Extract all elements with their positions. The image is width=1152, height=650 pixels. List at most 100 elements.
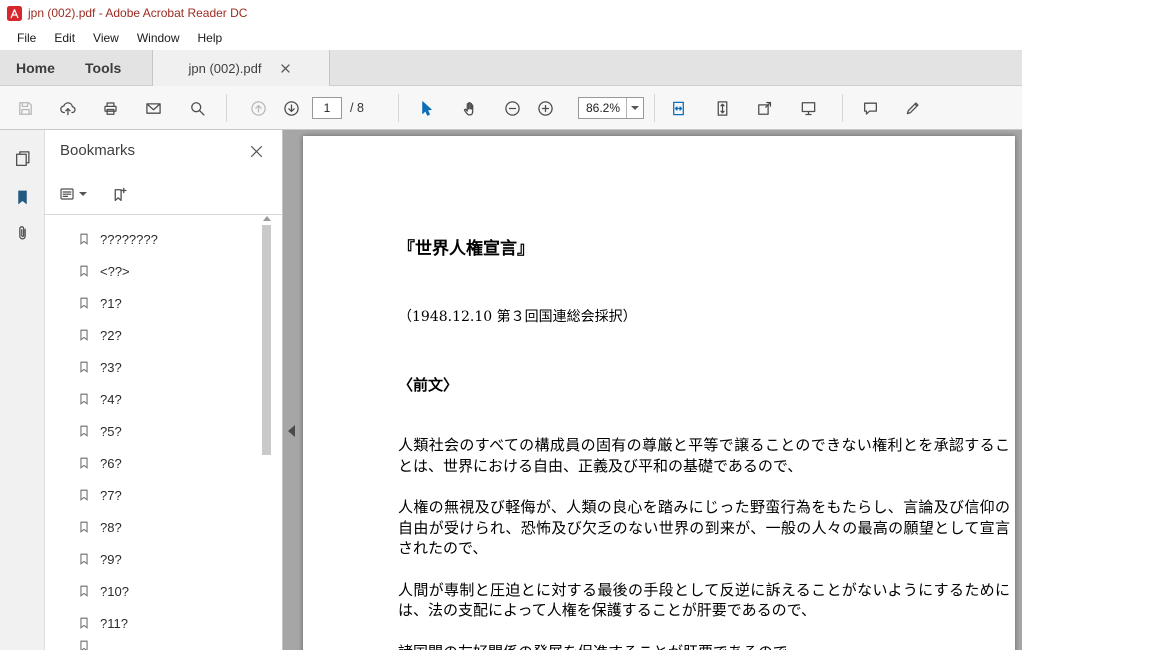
page-thumbnails-icon: [16, 151, 30, 167]
options-list-icon: [60, 188, 74, 200]
bookmark-icon: [80, 617, 88, 629]
document-tab[interactable]: jpn (002).pdf: [152, 50, 330, 86]
comment-button[interactable]: [856, 94, 884, 122]
fit-width-button[interactable]: [708, 94, 736, 122]
pdf-page-content: 『世界人権宣言』 （1948.12.10 第３回国連総会採択） 〈前文〉 人類社…: [398, 238, 1010, 650]
print-button[interactable]: [96, 94, 124, 122]
zoom-in-button[interactable]: [531, 94, 559, 122]
bookmark-item[interactable]: ?8?: [45, 511, 258, 543]
bookmark-icon: [80, 265, 88, 277]
bookmark-label: ?7?: [100, 487, 122, 503]
next-page-button[interactable]: [277, 94, 305, 122]
bookmark-item[interactable]: ?5?: [45, 415, 258, 447]
highlight-button[interactable]: [898, 94, 926, 122]
fit-width-page-icon: [672, 101, 684, 115]
document-paragraph: 人権の無視及び軽侮が、人類の良心を踏みにじった野蛮行為をもたらし、言論及び信仰の…: [398, 498, 1010, 557]
document-tab-label: jpn (002).pdf: [188, 60, 262, 76]
select-tool-button[interactable]: [411, 94, 439, 122]
tab-close-button[interactable]: [278, 60, 294, 76]
fit-page-button[interactable]: [664, 94, 692, 122]
bookmark-icon: [80, 361, 88, 373]
bookmark-item[interactable]: ?6?: [45, 447, 258, 479]
bookmark-item[interactable]: ????????: [45, 223, 258, 255]
collapse-left-icon: [288, 425, 295, 437]
bookmark-icon: [80, 553, 88, 565]
bookmark-item[interactable]: <??>: [45, 255, 258, 287]
document-paragraph: 諸国間の友好関係の発展を促進することが肝要であるので、: [398, 642, 1010, 650]
presentation-screen-icon: [801, 101, 815, 115]
paperclip-icon: [19, 226, 26, 240]
bookmark-item[interactable]: ?9?: [45, 543, 258, 575]
bookmark-label: ????????: [100, 231, 158, 247]
toolbar-separator: [226, 94, 227, 122]
new-bookmark-button[interactable]: [107, 180, 132, 208]
toolbar-separator: [842, 94, 843, 122]
acrobat-app-icon: [7, 5, 22, 21]
bookmark-label: ?8?: [100, 519, 122, 535]
save-button[interactable]: [11, 94, 39, 122]
search-button[interactable]: [183, 94, 211, 122]
zoom-level-select[interactable]: 86.2%: [578, 97, 644, 119]
scroll-up-arrow[interactable]: [263, 216, 271, 221]
bookmark-item[interactable]: ?1?: [45, 287, 258, 319]
menu-item[interactable]: View: [84, 26, 128, 50]
bookmark-item[interactable]: ?2?: [45, 319, 258, 351]
plus-circle-icon: [537, 100, 553, 116]
tab-home[interactable]: Home: [16, 50, 55, 85]
scroll-pages-icon: [717, 100, 727, 116]
menu-item[interactable]: Window: [128, 26, 189, 50]
email-button[interactable]: [139, 94, 167, 122]
doc-section-heading: 〈前文〉: [398, 376, 459, 394]
zoom-out-button[interactable]: [498, 94, 526, 122]
titlebar: jpn (002).pdf - Adobe Acrobat Reader DC: [0, 0, 1022, 26]
bookmark-icon: [80, 329, 88, 341]
menu-item[interactable]: Help: [189, 26, 232, 50]
bookmark-item[interactable]: ?10?: [45, 575, 258, 607]
acrobat-window: jpn (002).pdf - Adobe Acrobat Reader DC …: [0, 0, 1022, 650]
bookmark-item[interactable]: ?11?: [45, 607, 258, 639]
bookmark-options-button[interactable]: [55, 180, 91, 208]
document-paragraph: 人間が専制と圧迫とに対する最後の手段として反逆に訴えることがないようにするために…: [398, 580, 1010, 620]
bookmark-item[interactable]: ?3?: [45, 351, 258, 383]
actual-size-button[interactable]: [750, 94, 778, 122]
bookmark-item[interactable]: ?7?: [45, 479, 258, 511]
collapse-panel-button[interactable]: [285, 418, 298, 444]
presentation-mode-button[interactable]: [794, 94, 822, 122]
bookmark-icon: [80, 297, 88, 309]
bookmarks-panel: Bookmarks ???????? <??> ?1? ?2? ?3? ?4? …: [45, 130, 283, 650]
document-paragraph: 人類社会のすべての構成員の固有の尊厳と平等で譲ることのできない権利とを承認するこ…: [398, 436, 1010, 475]
page-number-input[interactable]: [312, 97, 342, 119]
previous-page-button[interactable]: [244, 94, 272, 122]
caret-down-icon: [631, 106, 639, 110]
search-icon: [190, 101, 205, 116]
speech-bubble-icon: [863, 102, 877, 115]
zoom-level-value: 86.2%: [586, 101, 621, 115]
bookmarks-panel-button[interactable]: [8, 183, 37, 212]
bookmark-label: ?2?: [100, 327, 122, 343]
zoom-dropdown-button[interactable]: [626, 98, 643, 118]
tab-tools[interactable]: Tools: [85, 50, 121, 85]
window-title: jpn (002).pdf - Adobe Acrobat Reader DC: [28, 6, 248, 20]
document-paragraphs: 人類社会のすべての構成員の固有の尊厳と平等で譲ることのできない権利とを承認するこ…: [398, 435, 1010, 650]
attachments-panel-button[interactable]: [8, 219, 37, 248]
doc-title: 『世界人権宣言』: [398, 239, 534, 259]
upload-cloud-button[interactable]: [53, 94, 81, 122]
page-thumbnails-panel-button[interactable]: [8, 144, 37, 173]
bookmark-icon: [80, 233, 88, 245]
pdf-page[interactable]: 『世界人権宣言』 （1948.12.10 第３回国連総会採択） 〈前文〉 人類社…: [303, 136, 1015, 650]
navigation-rail: [0, 130, 45, 650]
content-region: Bookmarks ???????? <??> ?1? ?2? ?3? ?4? …: [0, 130, 1022, 650]
bookmarks-scrollbar-thumb[interactable]: [262, 225, 271, 455]
bookmark-item[interactable]: ?4?: [45, 383, 258, 415]
close-icon: [281, 63, 290, 73]
menubar: File Edit View Window Help: [0, 26, 1022, 50]
close-panel-button[interactable]: [244, 139, 268, 163]
tabbar: Home Tools jpn (002).pdf: [0, 50, 1022, 86]
toolbar-separator: [654, 94, 655, 122]
hand-tool-button[interactable]: [455, 94, 483, 122]
menu-item[interactable]: File: [8, 26, 45, 50]
save-icon: [18, 101, 32, 115]
bookmark-label: ?6?: [100, 455, 122, 471]
menu-item[interactable]: Edit: [45, 26, 84, 50]
bookmark-label: ?10?: [100, 583, 129, 599]
